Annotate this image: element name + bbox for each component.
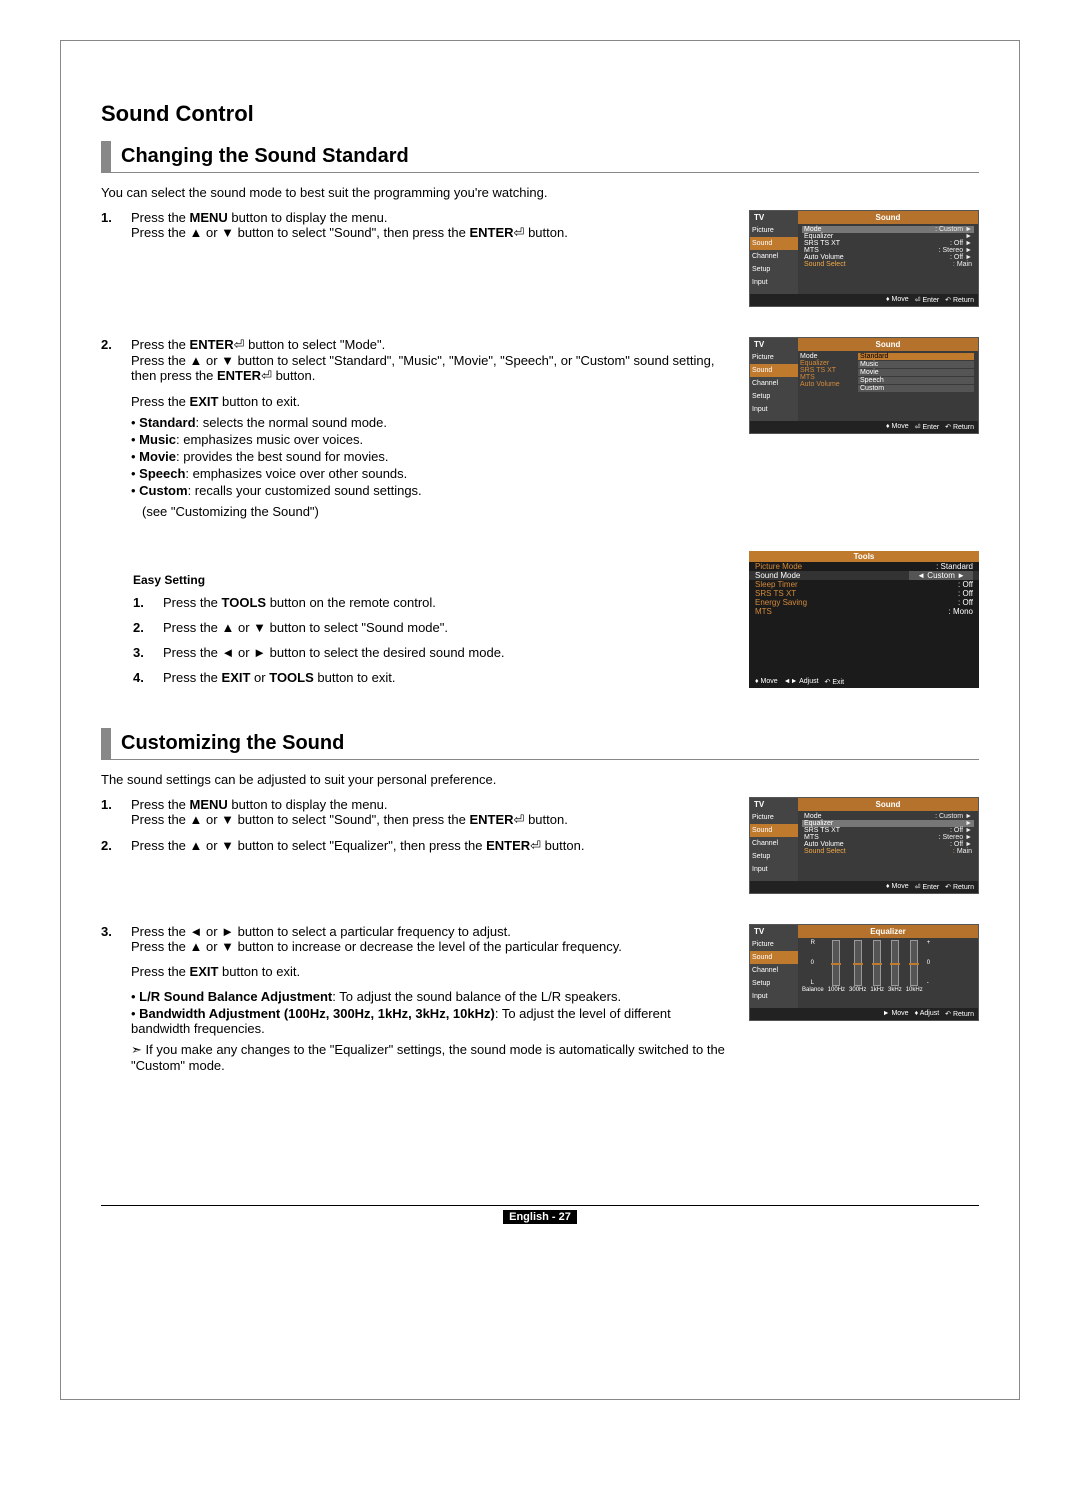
section-title: Sound Control: [101, 101, 979, 127]
intro-customizing: The sound settings can be adjusted to su…: [101, 772, 979, 787]
s1-block1: 1. Press the MENU button to display the …: [101, 210, 979, 317]
s1-block2: 2. Press the ENTER⏎ button to select "Mo…: [101, 337, 979, 531]
osd-sound-mode-options: TVSound Picture Sound Channel Setup Inpu…: [749, 337, 979, 444]
easy-setting-heading: Easy Setting: [133, 573, 729, 587]
note-equalizer-custom: If you make any changes to the "Equalize…: [131, 1042, 729, 1073]
osd-tools-popup: Tools Picture Mode: Standard Sound Mode◄…: [749, 551, 979, 698]
step-number: 2.: [101, 337, 121, 519]
osd-sound-menu-1: TVSound Picture Sound Channel Setup Inpu…: [749, 210, 979, 317]
osd-sound-menu-2: TVSound Picture Sound Channel Setup Inpu…: [749, 797, 979, 904]
heading-customizing: Customizing the Sound: [101, 728, 979, 760]
s1-easy-block: Easy Setting 1.Press the TOOLS button on…: [101, 551, 979, 698]
osd-equalizer: TVEqualizer Picture Sound Channel Setup …: [749, 924, 979, 1031]
step-number: 1.: [101, 210, 121, 241]
heading-changing-sound: Changing the Sound Standard: [101, 141, 979, 173]
s2-block2: 3. Press the ◄ or ► button to select a p…: [101, 924, 979, 1085]
s2-block1: 1. Press the MENU button to display the …: [101, 797, 979, 904]
page-footer: English - 27: [101, 1205, 979, 1224]
intro-changing: You can select the sound mode to best su…: [101, 185, 979, 200]
manual-page: Sound Control Changing the Sound Standar…: [60, 40, 1020, 1400]
